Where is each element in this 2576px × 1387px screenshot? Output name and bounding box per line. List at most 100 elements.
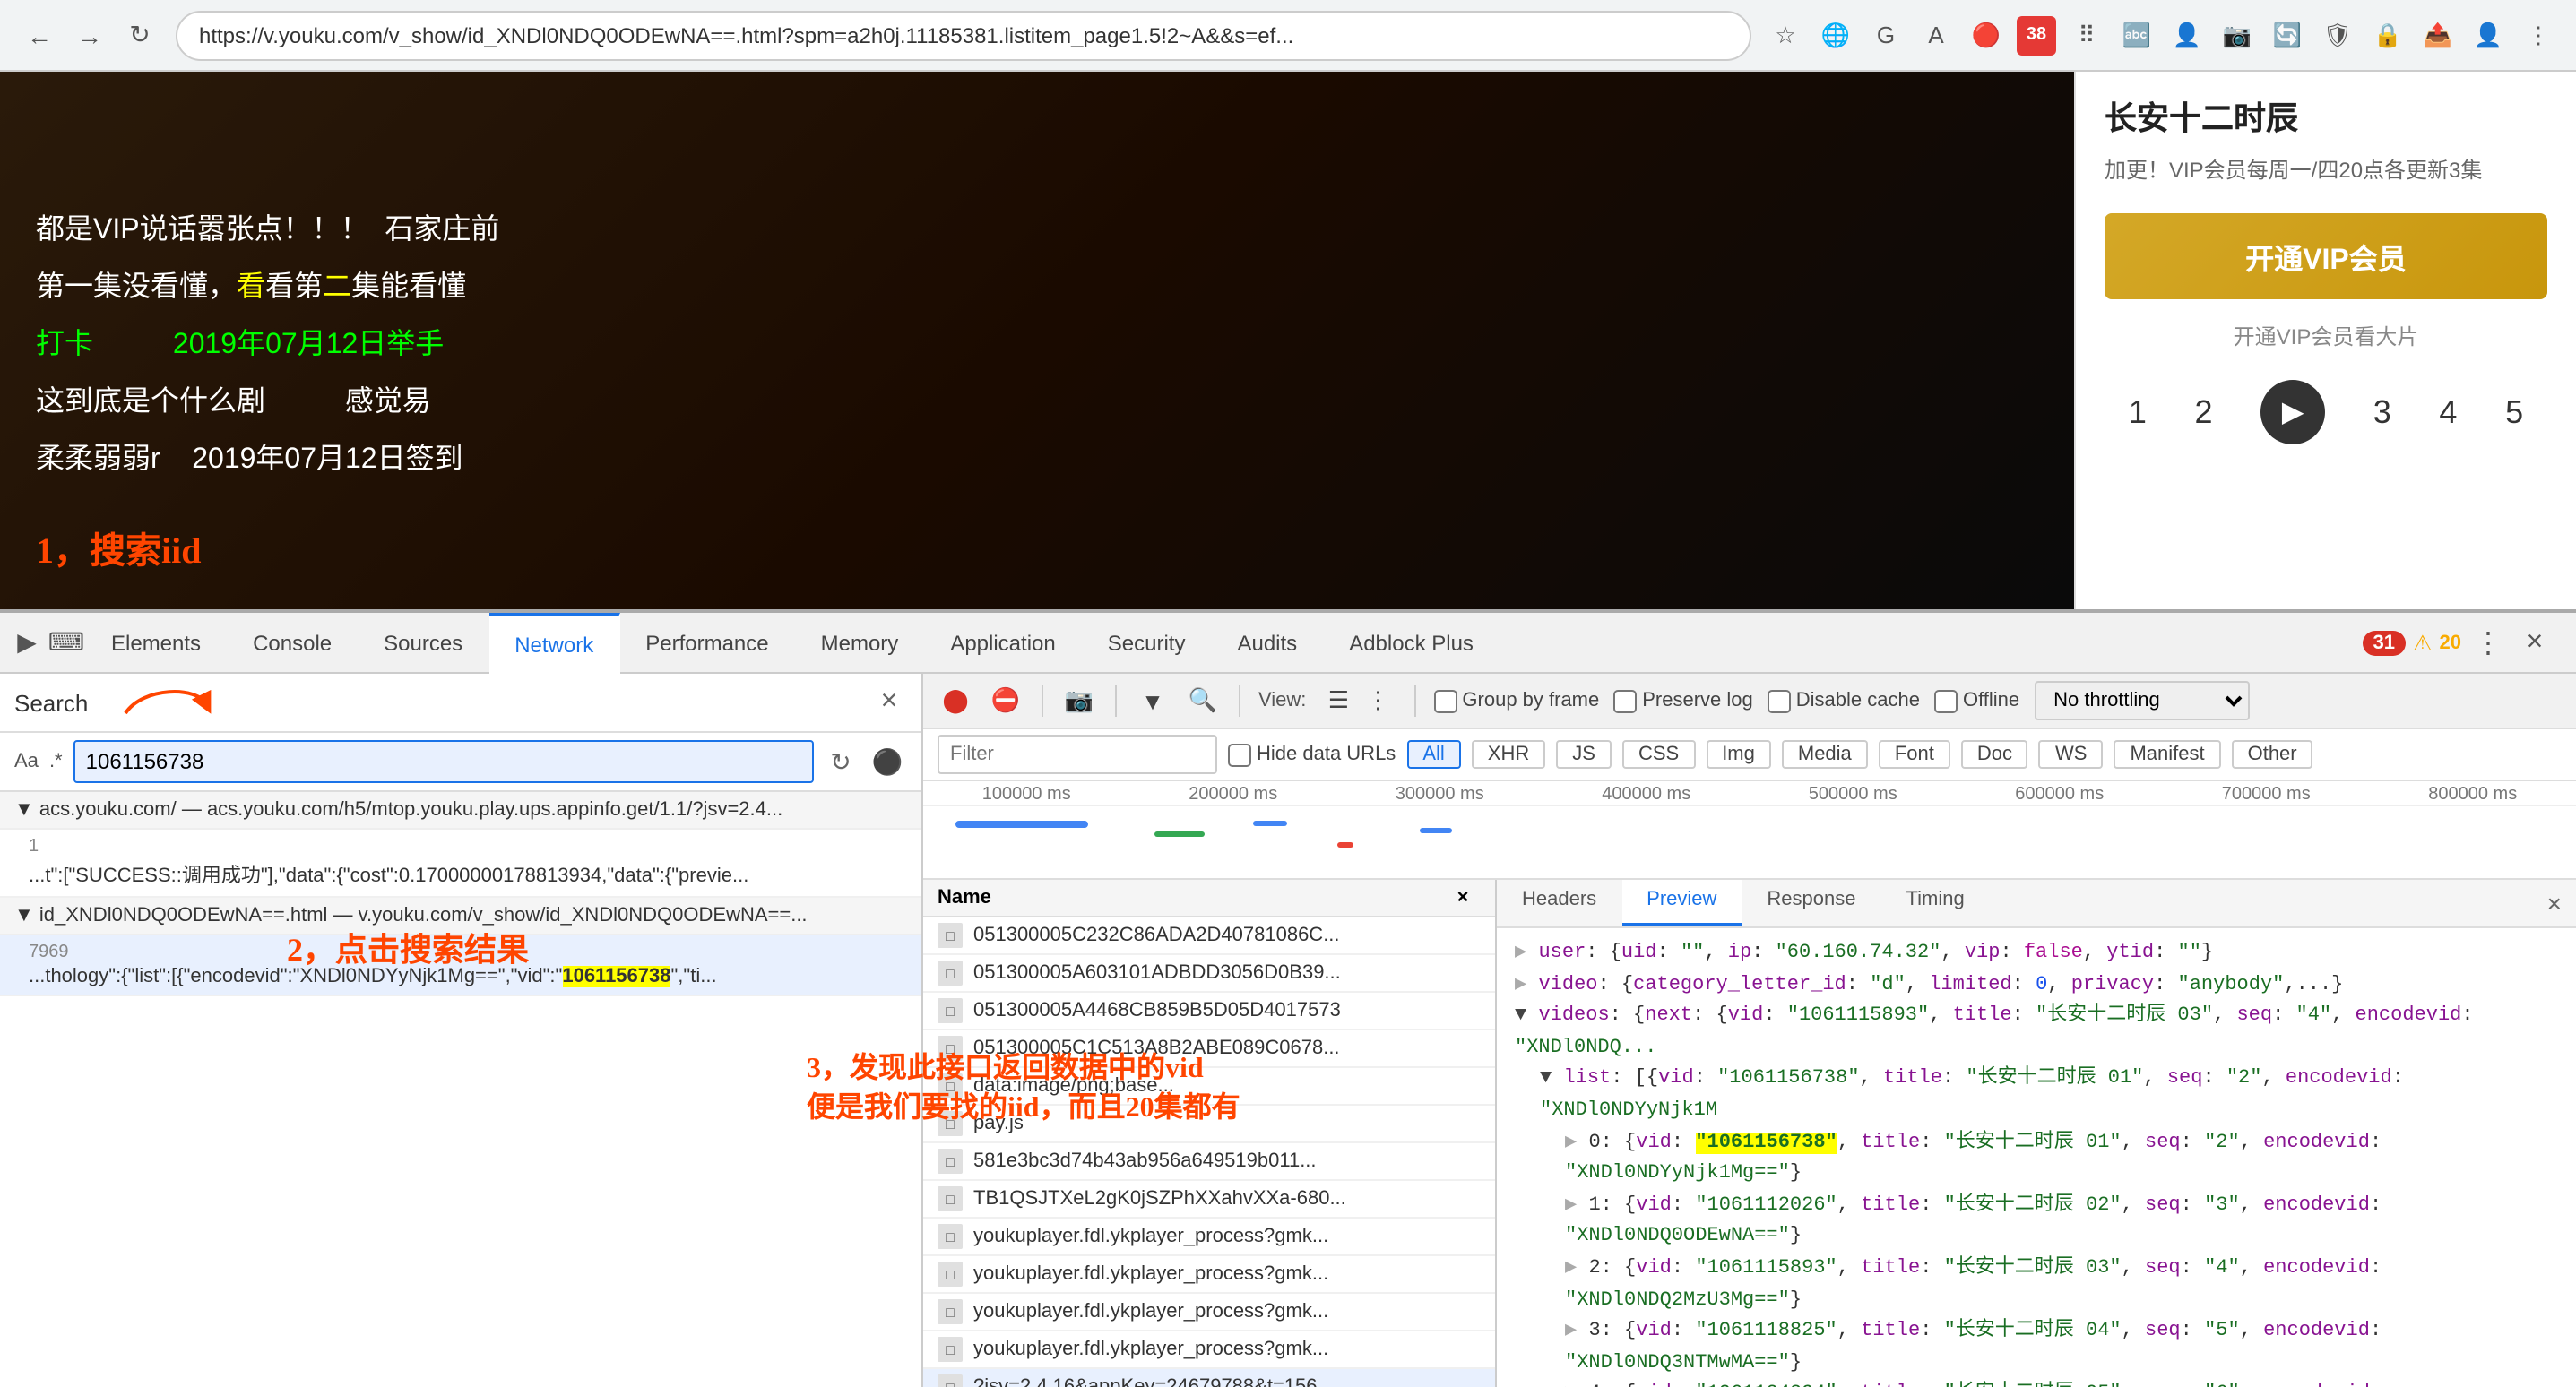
tab-memory[interactable]: Memory: [796, 612, 926, 673]
profile-icon[interactable]: 👤: [2468, 15, 2508, 55]
tab-response[interactable]: Response: [1742, 880, 1880, 926]
tab-application[interactable]: Application: [925, 612, 1082, 673]
disable-cache-checkbox[interactable]: [1768, 689, 1791, 712]
address-bar[interactable]: [176, 10, 1751, 60]
search-clear-button[interactable]: ⚫: [868, 742, 907, 781]
extension-icon-5[interactable]: 38: [2017, 15, 2056, 55]
devtools-inspect-icon[interactable]: ▶: [7, 623, 47, 662]
ep-1[interactable]: 1: [2129, 393, 2147, 431]
filter-css[interactable]: CSS: [1622, 740, 1695, 769]
tab-adblock[interactable]: Adblock Plus: [1324, 612, 1500, 673]
search-result-1[interactable]: 1 ...t":["SUCCESS::调用成功"],"data":{"cost"…: [0, 830, 921, 898]
file-item-10[interactable]: □ youkuplayer.fdl.ykplayer_process?gmk..…: [923, 1256, 1495, 1294]
hide-data-urls-label[interactable]: Hide data URLs: [1228, 743, 1396, 766]
tab-elements[interactable]: Elements: [86, 612, 228, 673]
extension-icon-13[interactable]: 📤: [2418, 15, 2458, 55]
offline-label[interactable]: Offline: [1934, 689, 2019, 712]
tab-audits[interactable]: Audits: [1212, 612, 1324, 673]
tab-network[interactable]: Network: [489, 612, 620, 673]
devtools-more-icon[interactable]: ⋮: [2468, 623, 2508, 662]
ep-5[interactable]: 5: [2505, 393, 2523, 431]
vip-button[interactable]: 开通VIP会员: [2105, 213, 2547, 299]
forward-button[interactable]: →: [68, 13, 111, 56]
filter-ws[interactable]: WS: [2039, 740, 2103, 769]
record-button[interactable]: ⬤: [938, 683, 973, 719]
file-item-7[interactable]: □ 581e3bc3d74b43ab956a649519b011...: [923, 1143, 1495, 1181]
extension-icon-1[interactable]: 🌐: [1816, 15, 1855, 55]
filter-other[interactable]: Other: [2232, 740, 2313, 769]
devtools-device-icon[interactable]: ⌨: [47, 623, 86, 662]
extension-icon-7[interactable]: 🔤: [2117, 15, 2157, 55]
extension-icon-8[interactable]: 👤: [2167, 15, 2207, 55]
offline-checkbox[interactable]: [1934, 689, 1958, 712]
file-item-9[interactable]: □ youkuplayer.fdl.ykplayer_process?gmk..…: [923, 1219, 1495, 1256]
menu-icon[interactable]: ⋮: [2519, 15, 2558, 55]
search-domain-2[interactable]: ▼ id_XNDl0NDQ0ODEwNA==.html — v.youku.co…: [0, 898, 921, 935]
filter-xhr[interactable]: XHR: [1472, 740, 1545, 769]
extension-icon-9[interactable]: 📷: [2217, 15, 2257, 55]
filter-doc[interactable]: Doc: [1961, 740, 2028, 769]
ep-4[interactable]: 4: [2439, 393, 2457, 431]
waterfall-view-btn[interactable]: ⋮: [1360, 683, 1396, 719]
vip-link[interactable]: 开通VIP会员看大片: [2076, 314, 2576, 358]
bookmark-icon[interactable]: ☆: [1766, 15, 1805, 55]
search-refresh-button[interactable]: ↻: [821, 742, 860, 781]
preserve-log-checkbox[interactable]: [1613, 689, 1637, 712]
filter-input[interactable]: [938, 735, 1217, 774]
ep-2[interactable]: 2: [2194, 393, 2212, 431]
file-item-4[interactable]: □ 051300005C1C513A8B2ABE089C0678...: [923, 1030, 1495, 1068]
regex-option[interactable]: .*: [49, 751, 63, 772]
ep-3[interactable]: 3: [2373, 393, 2391, 431]
play-button[interactable]: ▶: [2260, 380, 2325, 444]
camera-button[interactable]: 📷: [1061, 683, 1097, 719]
devtools-close-icon[interactable]: ×: [2515, 623, 2554, 662]
tab-sources[interactable]: Sources: [359, 612, 489, 673]
throttling-select[interactable]: No throttling: [2034, 681, 2249, 720]
disable-cache-label[interactable]: Disable cache: [1768, 689, 1920, 712]
reload-button[interactable]: ↻: [118, 13, 161, 56]
file-item-5[interactable]: □ data:image/png;base...: [923, 1068, 1495, 1106]
extension-icon-2[interactable]: G: [1866, 15, 1906, 55]
file-item-13[interactable]: □ ?jsv=2.4.16&appKey=24679788&t=156...: [923, 1369, 1495, 1387]
file-item-11[interactable]: □ youkuplayer.fdl.ykplayer_process?gmk..…: [923, 1294, 1495, 1331]
tab-security[interactable]: Security: [1083, 612, 1213, 673]
detail-close-button[interactable]: ×: [2533, 880, 2576, 926]
tab-timing[interactable]: Timing: [1881, 880, 1990, 926]
file-item-6[interactable]: □ pay.js: [923, 1106, 1495, 1143]
file-item-12[interactable]: □ youkuplayer.fdl.ykplayer_process?gmk..…: [923, 1331, 1495, 1369]
search-input[interactable]: [73, 740, 814, 783]
aa-option[interactable]: Aa: [14, 751, 39, 772]
search-domain-1[interactable]: ▼ acs.youku.com/ — acs.youku.com/h5/mtop…: [0, 792, 921, 830]
tab-performance[interactable]: Performance: [620, 612, 795, 673]
extension-icon-3[interactable]: A: [1916, 15, 1956, 55]
preserve-log-label[interactable]: Preserve log: [1613, 689, 1753, 712]
tab-headers[interactable]: Headers: [1497, 880, 1621, 926]
list-view-btn[interactable]: ☰: [1320, 683, 1356, 719]
extension-icon-11[interactable]: 🛡: [2318, 15, 2357, 55]
extension-icon-12[interactable]: 🔒: [2368, 15, 2407, 55]
extension-icon-4[interactable]: 🔴: [1967, 15, 2006, 55]
back-button[interactable]: ←: [18, 13, 61, 56]
extension-icon-10[interactable]: 🔄: [2268, 15, 2307, 55]
search-close-button[interactable]: ×: [871, 685, 907, 720]
filter-img[interactable]: Img: [1706, 740, 1771, 769]
file-item-1[interactable]: □ 051300005C232C86ADA2D40781086C...: [923, 917, 1495, 955]
filter-all[interactable]: All: [1406, 740, 1460, 769]
search-btn[interactable]: 🔍: [1185, 683, 1221, 719]
hide-data-urls-checkbox[interactable]: [1228, 743, 1251, 766]
tab-console[interactable]: Console: [228, 612, 359, 673]
tab-preview[interactable]: Preview: [1621, 880, 1742, 926]
group-by-frame-checkbox[interactable]: [1433, 689, 1457, 712]
filter-manifest[interactable]: Manifest: [2114, 740, 2220, 769]
file-item-8[interactable]: □ TB1QSJTXeL2gK0jSZPhXXahvXXa-680...: [923, 1181, 1495, 1219]
filter-js[interactable]: JS: [1556, 740, 1612, 769]
file-item-2[interactable]: □ 051300005A603101ADBDD3056D0B39...: [923, 955, 1495, 993]
file-item-3[interactable]: □ 051300005A4468CB859B5D05D4017573: [923, 993, 1495, 1030]
filter-media[interactable]: Media: [1782, 740, 1868, 769]
extension-icon-6[interactable]: ⠿: [2067, 15, 2106, 55]
search-result-2[interactable]: 7969 ...thology":{"list":[{"encodevid":"…: [0, 935, 921, 996]
filter-button[interactable]: ▼: [1135, 683, 1171, 719]
clear-button[interactable]: ⛔: [988, 683, 1024, 719]
group-by-frame-label[interactable]: Group by frame: [1433, 689, 1599, 712]
filter-font[interactable]: Font: [1879, 740, 1950, 769]
